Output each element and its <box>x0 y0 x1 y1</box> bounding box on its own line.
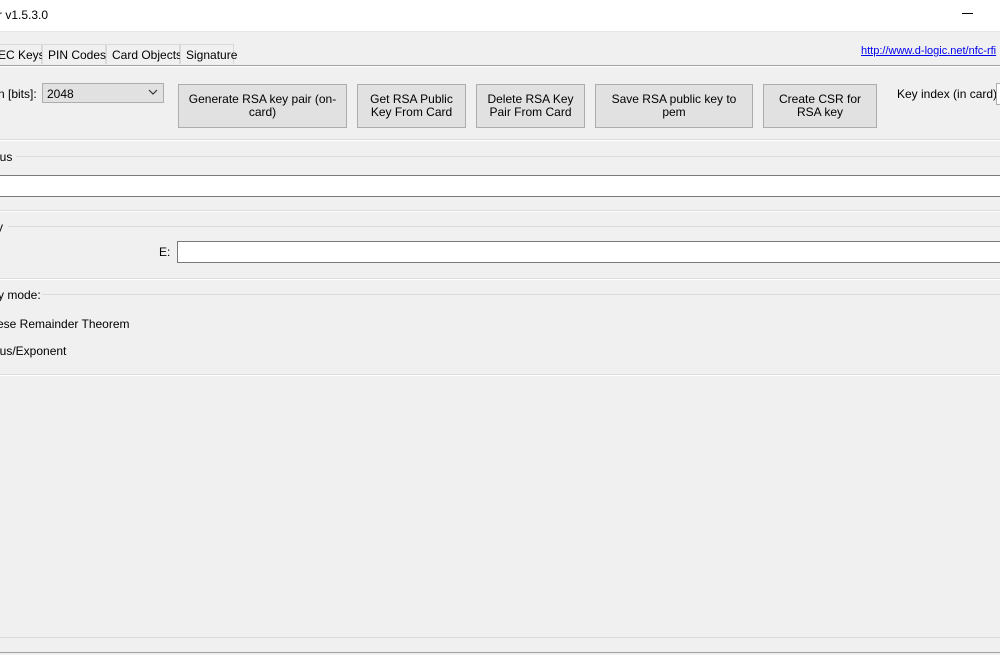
group-border-bottom-highlight <box>0 375 1000 376</box>
separator-highlight <box>0 211 1000 212</box>
key-length-value: 2048 <box>47 87 74 101</box>
tab-divider-highlight <box>0 66 1000 67</box>
exponent-label: E: <box>159 245 171 259</box>
exponent-input[interactable] <box>177 241 1000 263</box>
tab-ec-keys[interactable]: EC Keys <box>0 44 45 64</box>
key-length-select[interactable]: 2048 <box>42 83 164 103</box>
save-rsa-public-key-button[interactable]: Save RSA public key to pem <box>595 84 753 128</box>
get-rsa-public-key-button[interactable]: Get RSA Public Key From Card <box>357 84 466 128</box>
key-index-label: Key index (in card): <box>897 87 1000 101</box>
minimize-icon[interactable] <box>962 13 973 14</box>
bottom-separator <box>0 637 1000 638</box>
mode-option-modulus-exponent[interactable]: lus/Exponent <box>0 344 66 358</box>
chevron-down-icon <box>148 89 158 95</box>
group-border <box>8 226 1000 227</box>
window-bottom-edge <box>0 652 1000 653</box>
group-border <box>16 156 1000 157</box>
mode-option-crt[interactable]: ese Remainder Theorem <box>0 317 130 331</box>
tab-signature[interactable]: Signature <box>180 44 237 64</box>
website-link[interactable]: http://www.d-logic.net/nfc-rfi <box>861 45 996 57</box>
group-border <box>42 294 1000 295</box>
window-title: r v1.5.3.0 <box>0 8 49 22</box>
delete-rsa-key-pair-button[interactable]: Delete RSA Key Pair From Card <box>476 84 585 128</box>
tab-card-objects[interactable]: Card Objects <box>106 44 182 64</box>
modulus-input[interactable] <box>0 175 1000 197</box>
separator-highlight <box>0 279 1000 280</box>
key-length-label: n [bits]: <box>0 87 37 101</box>
create-csr-button[interactable]: Create CSR for RSA key <box>763 84 877 128</box>
separator-highlight <box>0 140 1000 141</box>
title-bar: r v1.5.3.0 <box>0 0 1000 32</box>
key-index-input[interactable] <box>996 83 1000 105</box>
tab-pin-codes[interactable]: PIN Codes <box>42 44 106 64</box>
generate-rsa-key-pair-button[interactable]: Generate RSA key pair (on-card) <box>178 84 347 128</box>
exponent-group-label: y <box>0 220 3 234</box>
modulus-group-label: lus <box>0 150 13 164</box>
mode-group-label: y mode: <box>0 288 41 302</box>
